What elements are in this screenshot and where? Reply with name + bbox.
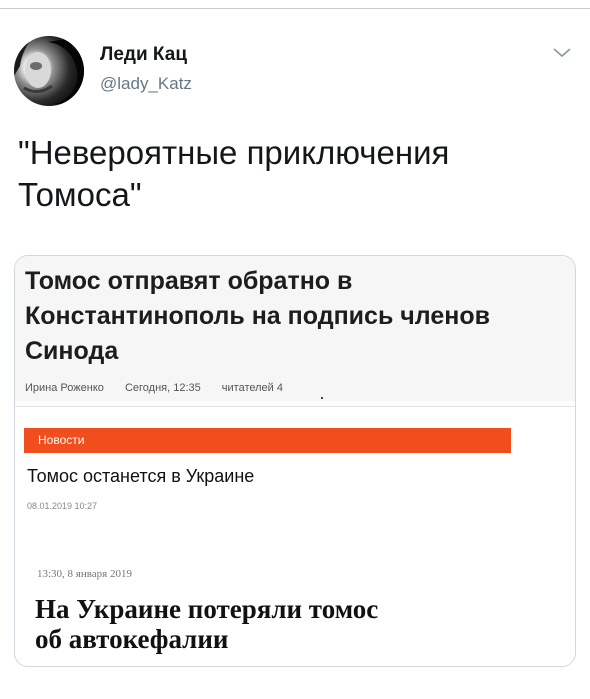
card-divider	[15, 406, 575, 407]
news-item-title: Томос останется в Украине	[27, 466, 255, 486]
section-bar: Новости	[24, 428, 511, 453]
article-meta: Ирина Роженко Сегодня, 12:35 читателей 4	[25, 382, 301, 394]
headline-line: Константинополь на подпись членов	[25, 302, 490, 330]
tweet-text-line: Томоса"	[18, 176, 142, 213]
author-handle[interactable]: @lady_Katz	[100, 74, 192, 94]
tweet-text: "Невероятные приключения Томоса"	[18, 132, 558, 216]
author-name[interactable]: Леди Кац	[100, 44, 187, 66]
article-date: 13:30, 8 января 2019	[37, 568, 132, 580]
chevron-down-icon[interactable]	[551, 46, 573, 60]
news-item-date: 08.01.2019 10:27	[27, 501, 98, 511]
decorative-dot	[321, 397, 323, 399]
section-label: Новости	[38, 433, 85, 447]
article-readers: читателей 4	[221, 382, 283, 394]
media-image[interactable]: Томос отправят обратно в Константинополь…	[14, 255, 576, 667]
article-headline-serif: На Украине потеряли томос об автокефалии	[35, 594, 555, 654]
article-header: Томос отправят обратно в Константинополь…	[15, 256, 575, 401]
avatar[interactable]	[14, 36, 84, 106]
top-divider	[0, 8, 590, 9]
article-author: Ирина Роженко	[25, 382, 104, 394]
avatar-photo	[14, 36, 84, 106]
headline-line: Синода	[25, 337, 119, 365]
article-time: Сегодня, 12:35	[124, 382, 201, 394]
article-headline: Томос отправят обратно в Константинополь…	[25, 264, 570, 369]
headline-line: На Украине потеряли томос	[35, 594, 379, 624]
tweet-text-line: "Невероятные приключения	[18, 134, 450, 171]
headline-line: об автокефалии	[35, 624, 229, 654]
headline-line: Томос отправят обратно в	[25, 267, 353, 295]
